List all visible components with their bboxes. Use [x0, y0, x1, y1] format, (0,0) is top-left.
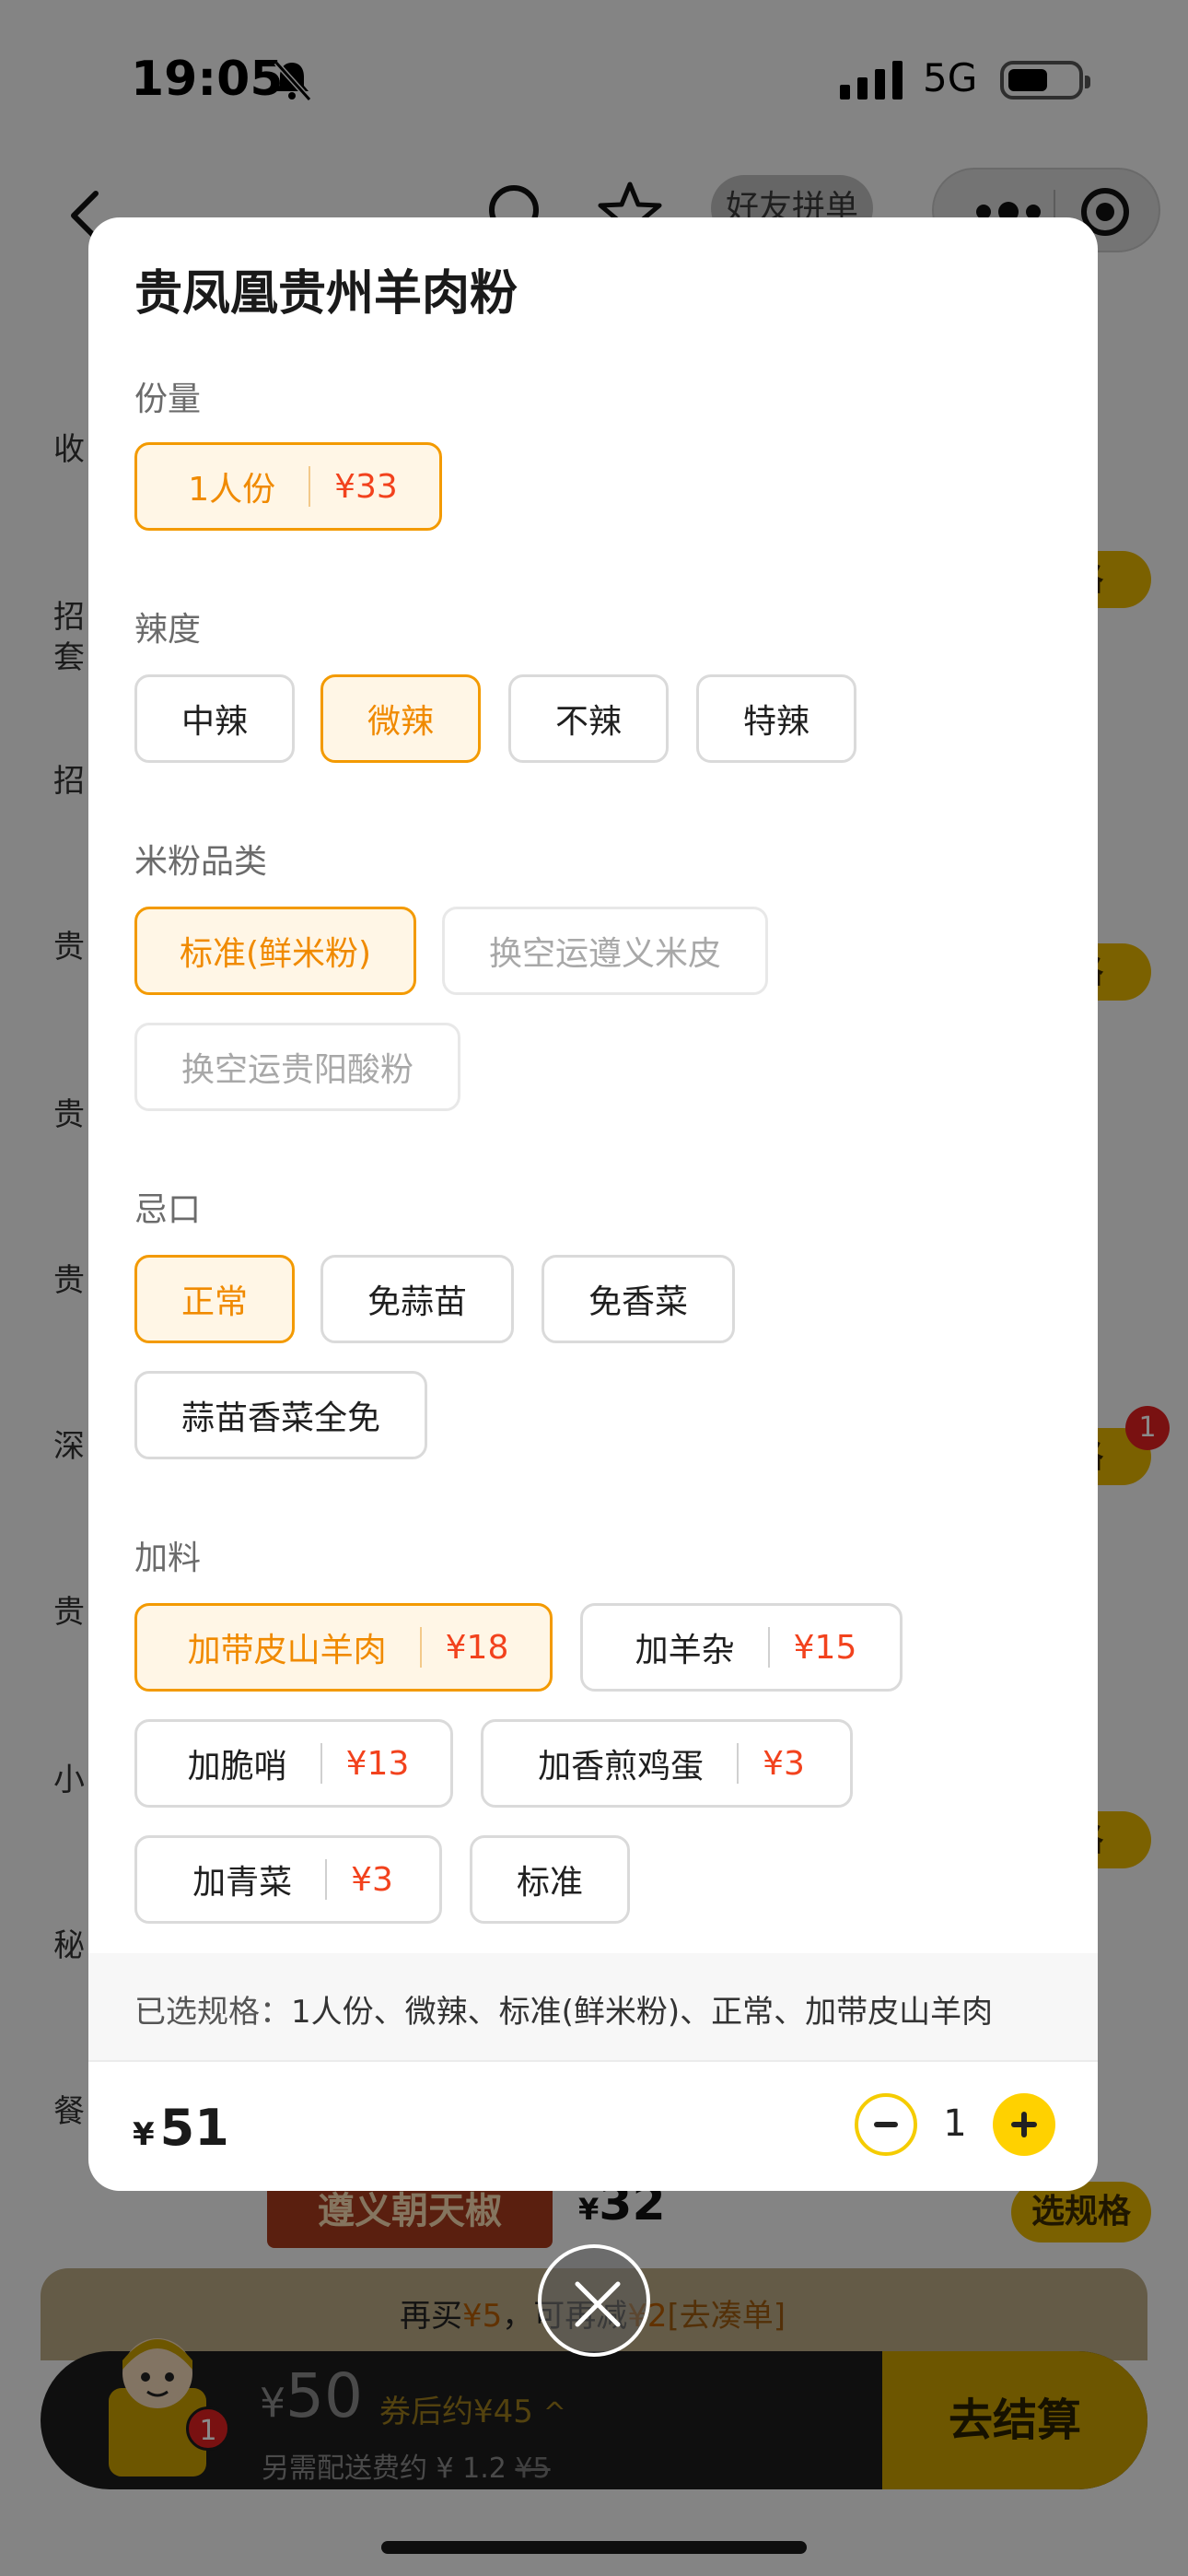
section-label-addons: 加料: [134, 1540, 202, 1577]
total-price: ¥51: [133, 2099, 229, 2157]
selected-spec-summary: 已选规格：1人份、微辣、标准(鲜米粉)、正常、加带皮山羊肉: [88, 1953, 1098, 2062]
option-noodle-zunyi: 换空运遵义米皮: [442, 907, 768, 995]
option-label: 加羊杂: [635, 1632, 735, 1669]
currency-symbol: ¥: [133, 2116, 155, 2153]
quantity-value: 1: [943, 2102, 967, 2145]
option-portion-1[interactable]: 1人份 ¥33: [134, 442, 442, 531]
option-avoid-normal[interactable]: 正常: [134, 1255, 295, 1343]
summary-text: 已选规格：1人份、微辣、标准(鲜米粉)、正常、加带皮山羊肉: [134, 1986, 993, 2032]
summary-value: 1人份、微辣、标准(鲜米粉)、正常、加带皮山羊肉: [291, 1994, 994, 2031]
option-spice-medium[interactable]: 中辣: [134, 674, 295, 763]
option-noodle-guiyang: 换空运贵阳酸粉: [134, 1023, 460, 1111]
section-label-avoid: 忌口: [134, 1191, 202, 1229]
option-label: 加脆哨: [187, 1748, 287, 1786]
option-addon-offal[interactable]: 加羊杂 ¥15: [580, 1603, 903, 1692]
spec-selection-modal: 贵凤凰贵州羊肉粉 份量 1人份 ¥33 辣度 中辣 微辣 不辣 特辣 米粉品类 标…: [88, 217, 1098, 2191]
option-spice-extra[interactable]: 特辣: [696, 674, 856, 763]
option-price: ¥33: [334, 467, 398, 506]
option-addon-goat-meat[interactable]: 加带皮山羊肉 ¥18: [134, 1603, 553, 1692]
option-addon-greens[interactable]: 加青菜 ¥3: [134, 1835, 442, 1924]
decrease-quantity-button[interactable]: [855, 2093, 917, 2156]
section-label-noodle: 米粉品类: [134, 843, 268, 881]
modal-title: 贵凤凰贵州羊肉粉: [134, 266, 518, 322]
option-addon-fried-egg[interactable]: 加香煎鸡蛋 ¥3: [481, 1719, 853, 1808]
increase-quantity-button[interactable]: [993, 2093, 1055, 2156]
option-label: 加带皮山羊肉: [187, 1632, 387, 1669]
section-label-spice: 辣度: [134, 611, 202, 649]
option-price: ¥3: [763, 1744, 805, 1783]
option-spice-none[interactable]: 不辣: [508, 674, 669, 763]
total-price-value: 51: [159, 2099, 229, 2157]
option-avoid-garlic[interactable]: 免蒜苗: [320, 1255, 514, 1343]
option-price: ¥18: [445, 1628, 509, 1667]
option-label: 加青菜: [192, 1864, 293, 1902]
summary-label: 已选规格：: [134, 1994, 291, 2031]
option-addon-crispy-pork[interactable]: 加脆哨 ¥13: [134, 1719, 453, 1808]
option-price: ¥15: [793, 1628, 857, 1667]
option-spice-mild[interactable]: 微辣: [320, 674, 481, 763]
option-price: ¥3: [351, 1860, 393, 1899]
close-modal-button[interactable]: [538, 2244, 650, 2357]
option-label: 加香煎鸡蛋: [538, 1748, 705, 1786]
option-avoid-coriander[interactable]: 免香菜: [542, 1255, 735, 1343]
option-avoid-both[interactable]: 蒜苗香菜全免: [134, 1371, 427, 1459]
option-addon-standard[interactable]: 标准: [470, 1835, 630, 1924]
option-label: 1人份: [188, 471, 276, 509]
close-icon: [575, 2281, 621, 2327]
option-noodle-standard[interactable]: 标准(鲜米粉): [134, 907, 416, 995]
option-price: ¥13: [345, 1744, 410, 1783]
section-label-portion: 份量: [134, 381, 202, 418]
